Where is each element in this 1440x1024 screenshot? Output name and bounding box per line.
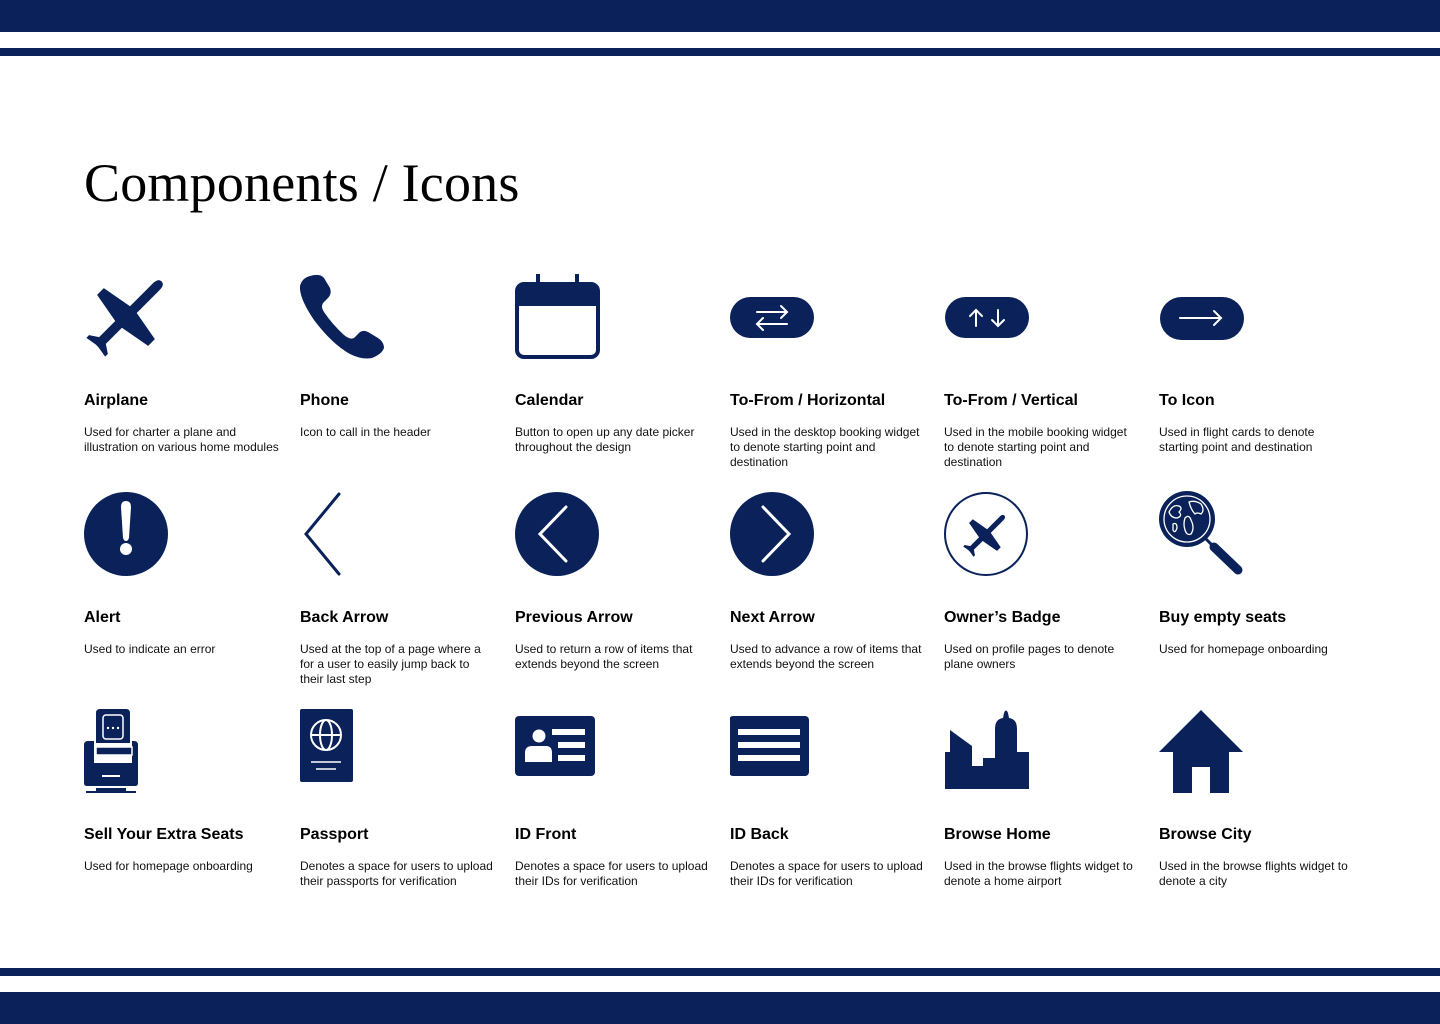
- icon-description: Used in the mobile booking widget to den…: [944, 425, 1127, 469]
- city-skyline-icon: [944, 707, 1034, 797]
- icon-description: Used to return a row of items that exten…: [515, 642, 693, 671]
- alert-icon: [84, 490, 174, 580]
- icon-name: Previous Arrow: [515, 609, 633, 626]
- swap-horizontal-icon: [730, 272, 820, 362]
- icon-description: Denotes a space for users to upload thei…: [515, 859, 708, 888]
- icon-name: Airplane: [84, 392, 149, 409]
- icon-name: ID Back: [730, 826, 789, 843]
- icon-name: Passport: [300, 826, 369, 843]
- icon-description: Icon to call in the header: [300, 425, 431, 439]
- airplane-icon: [84, 272, 174, 362]
- icon-description: Used in the browse flights widget to den…: [944, 859, 1133, 888]
- icon-description: Used to indicate an error: [84, 642, 216, 656]
- icon-name: Browse Home: [944, 826, 1051, 843]
- icon-description: Used at the top of a page where a for a …: [300, 642, 481, 686]
- phone-icon: [300, 272, 390, 362]
- icon-name: Browse City: [1159, 826, 1252, 843]
- back-arrow-icon: [300, 490, 390, 580]
- icon-name: To-From / Horizontal: [730, 392, 886, 409]
- icon-name: Next Arrow: [730, 609, 815, 626]
- icon-description: Denotes a space for users to upload thei…: [730, 859, 923, 888]
- passport-icon: [300, 707, 390, 797]
- icon-description: Used in the browse flights widget to den…: [1159, 859, 1348, 888]
- icon-description: Used for charter a plane and illustratio…: [84, 425, 279, 454]
- seat-icon: [84, 707, 174, 797]
- icon-name: To Icon: [1159, 392, 1215, 409]
- arrow-right-icon: [1159, 272, 1249, 362]
- header-band: [0, 0, 1440, 32]
- icon-description: Button to open up any date picker throug…: [515, 425, 695, 454]
- icon-description: Used for homepage onboarding: [84, 859, 253, 873]
- swap-vertical-icon: [944, 272, 1034, 362]
- id-back-icon: [730, 707, 820, 797]
- icon-description: Used in the desktop booking widget to de…: [730, 425, 920, 469]
- previous-arrow-icon[interactable]: [515, 490, 605, 580]
- icon-description: Denotes a space for users to upload thei…: [300, 859, 493, 888]
- page-title: Components / Icons: [84, 153, 520, 213]
- icon-description: Used in flight cards to denote starting …: [1159, 425, 1315, 454]
- icon-name: Owner’s Badge: [944, 609, 1061, 626]
- icon-name: ID Front: [515, 826, 577, 843]
- icon-name: Phone: [300, 392, 349, 409]
- calendar-icon: [515, 272, 605, 362]
- owner-badge-icon: [944, 490, 1034, 580]
- icon-name: Alert: [84, 609, 121, 626]
- header-rule: [0, 48, 1440, 56]
- icon-description: Used on profile pages to denote plane ow…: [944, 642, 1115, 671]
- icon-name: Buy empty seats: [1159, 609, 1287, 626]
- id-front-icon: [515, 707, 605, 797]
- icon-description: Used to advance a row of items that exte…: [730, 642, 922, 671]
- footer-band: [0, 992, 1440, 1024]
- icon-description: Used for homepage onboarding: [1159, 642, 1328, 656]
- icon-name: Calendar: [515, 392, 584, 409]
- globe-search-icon: [1159, 490, 1249, 580]
- next-arrow-icon[interactable]: [730, 490, 820, 580]
- icon-name: Sell Your Extra Seats: [84, 826, 244, 843]
- house-icon: [1159, 707, 1249, 797]
- icon-name: To-From / Vertical: [944, 392, 1078, 409]
- footer-rule: [0, 968, 1440, 976]
- icon-name: Back Arrow: [300, 609, 389, 626]
